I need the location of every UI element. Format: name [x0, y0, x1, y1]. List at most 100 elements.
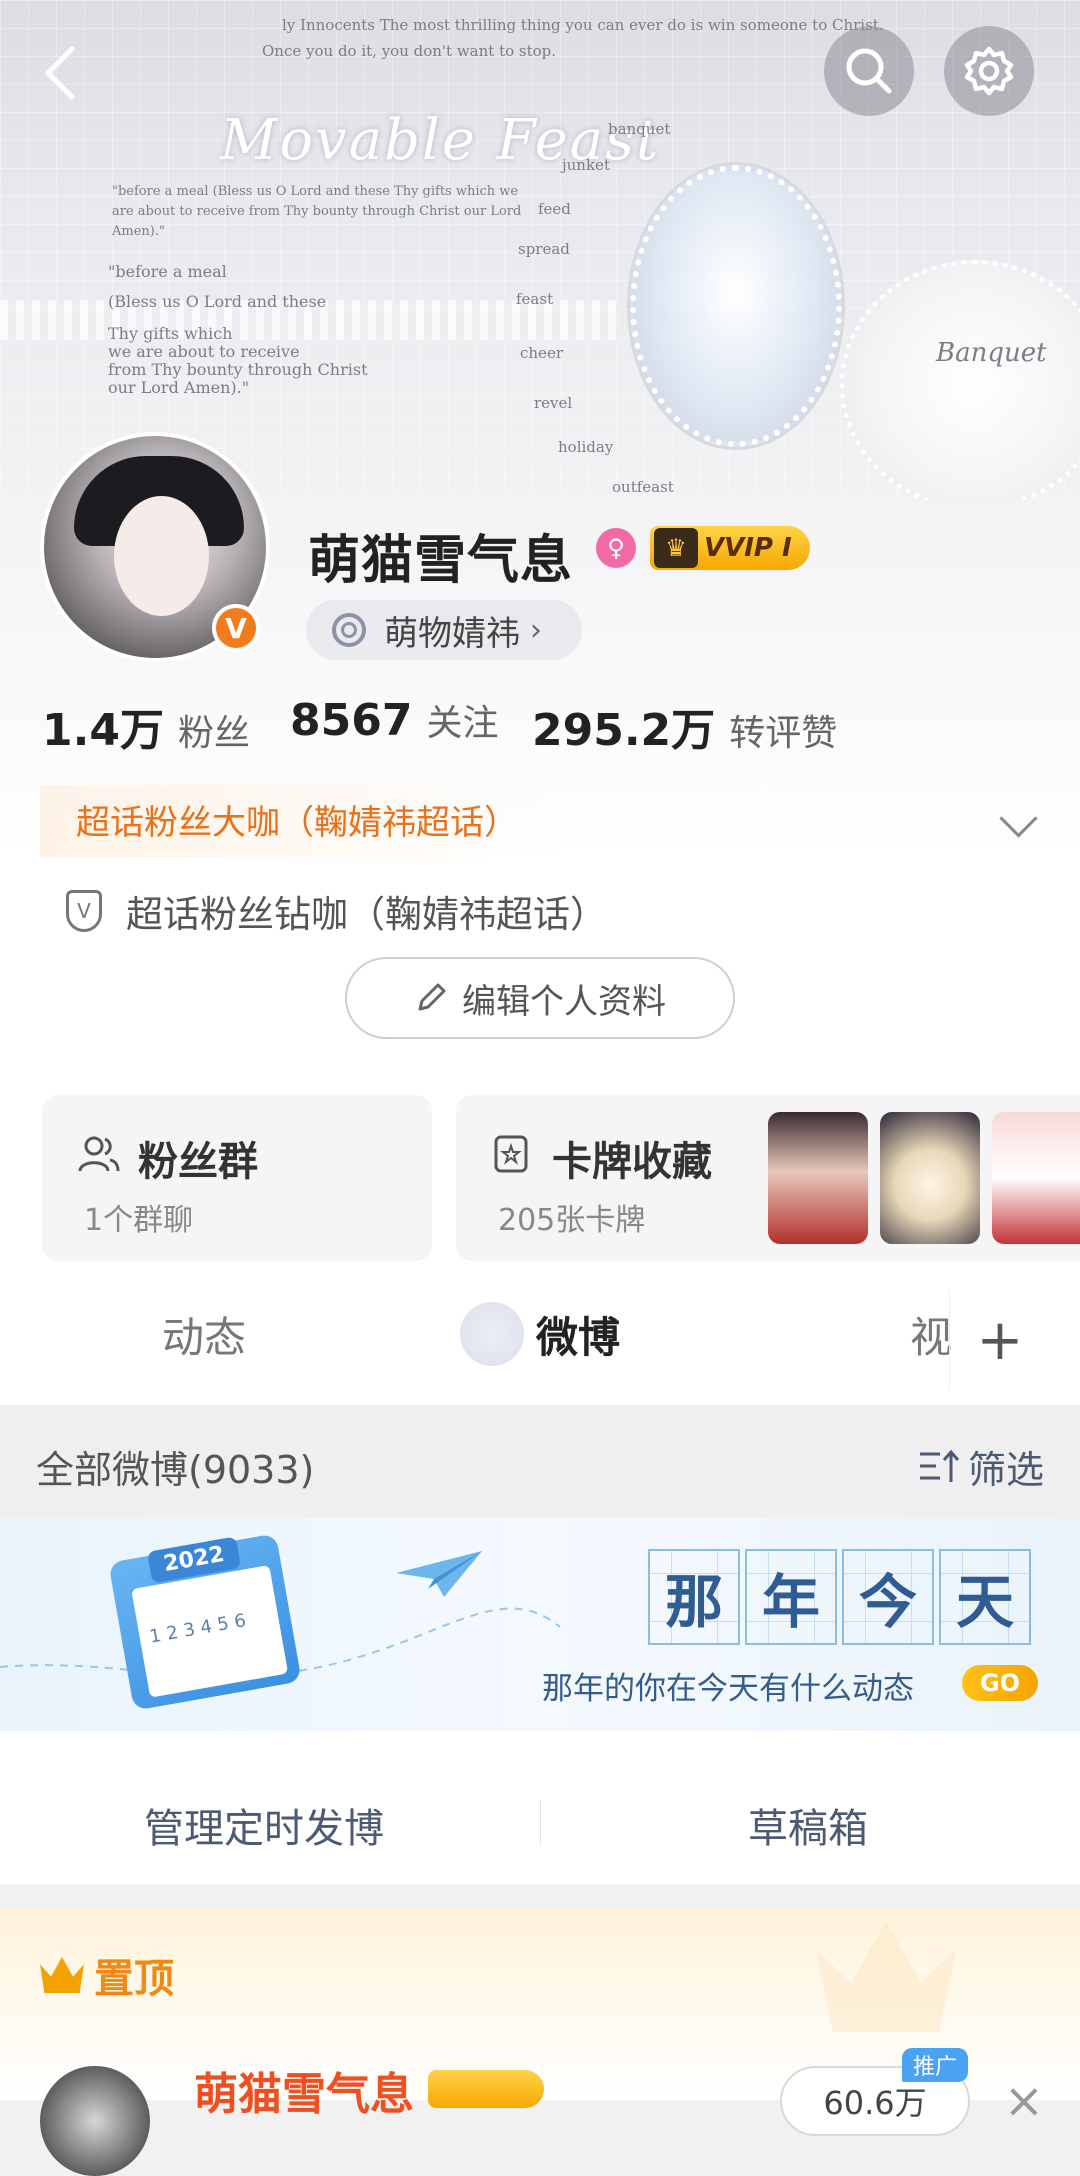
post-actions-bar: 管理定时发博 草稿箱 [0, 1760, 1080, 1884]
banner-quote-top2: Once you do it, you don't want to stop. [262, 42, 557, 60]
stat-label: 关注 [426, 703, 499, 744]
banner-word: holiday [558, 438, 614, 456]
chevron-down-icon[interactable] [999, 799, 1038, 838]
banner-prayer-line: (Bless us O Lord and these [108, 292, 327, 311]
add-tab-button[interactable]: + [949, 1290, 1050, 1390]
gear-icon [964, 46, 1014, 96]
calendar-page: 1 2 3 4 5 6 [131, 1565, 289, 1698]
banner-word: cheer [520, 344, 563, 362]
weibo-count-label: 全部微博(9033) [36, 1448, 315, 1492]
lollipop-icon [332, 613, 366, 647]
search-button[interactable] [824, 26, 914, 116]
tag-label: 萌物婧祎 [384, 613, 520, 654]
edit-profile-button[interactable]: 编辑个人资料 [345, 957, 735, 1039]
stat-likes[interactable]: 295.2万 转评赞 [532, 694, 837, 758]
memory-char: 天 [939, 1549, 1031, 1645]
card-collection-title: 卡牌收藏 [552, 1139, 712, 1185]
memory-char: 年 [745, 1549, 837, 1645]
memory-char: 今 [842, 1549, 934, 1645]
vip-label: VVIP I [704, 533, 792, 563]
chevron-right-icon: › [530, 612, 542, 648]
avatar-face [114, 496, 209, 616]
filter-bar: 全部微博(9033) 筛选 [0, 1405, 1080, 1517]
female-icon: ♀ [596, 528, 636, 568]
filter-button[interactable]: 筛选 [918, 1439, 1044, 1494]
back-arrow-icon [45, 46, 75, 100]
drafts-button[interactable]: 草稿箱 [748, 1796, 868, 1854]
pinned-label: 置顶 [94, 1956, 174, 2002]
banner-banquet-text: Banquet [936, 338, 1047, 368]
banner-prayer-line: Thy gifts which [108, 324, 233, 343]
search-icon [846, 48, 892, 94]
shield-icon: V [66, 890, 102, 932]
fan-group-title: 粉丝群 [138, 1139, 258, 1185]
banner-prayer-line: from Thy bounty through Christ [108, 360, 368, 379]
fan-title-primary: 超话粉丝大咖（鞠婧祎超话） [76, 803, 518, 843]
stat-label: 转评赞 [729, 713, 838, 754]
memory-char: 那 [648, 1549, 740, 1645]
fan-title-secondary: 超话粉丝钻咖（鞠婧祎超话） [126, 893, 607, 936]
crown-watermark [816, 1922, 956, 2032]
banner-prayer-small: "before a meal (Bless us O Lord and thes… [112, 184, 522, 239]
banner-word: feed [538, 200, 571, 218]
tag-pill[interactable]: 萌物婧祎 › [306, 600, 582, 660]
card-icon [494, 1135, 528, 1173]
filter-icon [919, 1449, 960, 1482]
scheduled-posts-button[interactable]: 管理定时发博 [144, 1796, 384, 1854]
fan-title-secondary-row[interactable]: V 超话粉丝钻咖（鞠婧祎超话） [66, 884, 607, 938]
vip-badge-small [428, 2070, 544, 2108]
edit-profile-label: 编辑个人资料 [462, 981, 666, 1022]
stat-label: 粉丝 [177, 713, 250, 754]
group-icon [78, 1136, 120, 1172]
banner-word: banquet [608, 120, 671, 138]
crown-icon: ♛ [654, 528, 698, 568]
memory-subtitle: 那年的你在今天有什么动态 [542, 1671, 914, 1707]
promo-badge: 推广 [902, 2048, 968, 2082]
stat-number: 1.4万 [42, 705, 164, 756]
stat-number: 8567 [290, 695, 413, 746]
pinned-post[interactable]: 置顶 萌猫雪气息 60.6万 推广 × [0, 1908, 1080, 2176]
vip-badge[interactable]: ♛ VVIP I [650, 526, 810, 570]
calendar-days: 1 2 3 4 5 6 [147, 1610, 248, 1648]
paper-plane-icon [396, 1551, 482, 1597]
close-icon[interactable]: × [1004, 2073, 1044, 2129]
tab-active-decoration [460, 1302, 524, 1366]
banner-word: spread [518, 240, 570, 258]
pinned-label-row: 置顶 [40, 1946, 174, 2004]
stat-followers[interactable]: 1.4万 粉丝 [42, 694, 250, 758]
banner-word: revel [534, 394, 573, 412]
crown-icon [40, 1957, 84, 1993]
fan-group-sub: 1个群聊 [84, 1203, 194, 1238]
banner-word: feast [516, 290, 554, 308]
card-collection-sub: 205张卡牌 [498, 1203, 646, 1238]
fan-title-row[interactable]: 超话粉丝大咖（鞠婧祎超话） [0, 785, 1080, 857]
tab-dynamic[interactable]: 动态 [162, 1304, 246, 1365]
pencil-icon [418, 983, 446, 1011]
banner-quote-top: ly Innocents The most thrilling thing yo… [282, 16, 884, 34]
profile-name: 萌猫雪气息 [308, 531, 574, 591]
stat-following[interactable]: 8567 关注 [290, 694, 498, 746]
profile-banner: ly Innocents The most thrilling thing yo… [0, 0, 1080, 500]
card-thumbnail[interactable] [992, 1112, 1080, 1244]
stat-number: 295.2万 [532, 705, 716, 756]
divider [540, 1800, 541, 1844]
memory-banner[interactable]: 1 2 3 4 5 6 2022 那 年 今 天 那年的你在今天有什么动态 GO [0, 1517, 1080, 1731]
banner-prayer-line: our Lord Amen)." [108, 378, 250, 397]
settings-button[interactable] [944, 26, 1034, 116]
filter-label: 筛选 [967, 1448, 1044, 1492]
banner-word: outfeast [612, 478, 674, 496]
fan-group-card[interactable]: 粉丝群 1个群聊 [42, 1095, 432, 1261]
banner-prayer-line: "before a meal [108, 262, 227, 281]
tab-weibo[interactable]: 微博 [536, 1304, 620, 1365]
verified-badge: V [212, 604, 260, 652]
banner-word: junket [562, 156, 610, 174]
tab-video[interactable]: 视 [910, 1304, 952, 1365]
banner-prayer-line: we are about to receive [108, 342, 300, 361]
go-button[interactable]: GO [962, 1665, 1038, 1701]
banner-mirror-decoration [630, 165, 842, 447]
card-thumbnail[interactable] [768, 1112, 868, 1244]
back-button[interactable] [30, 28, 90, 118]
post-author-name[interactable]: 萌猫雪气息 [194, 2058, 414, 2122]
card-thumbnail[interactable] [880, 1112, 980, 1244]
post-author-avatar[interactable] [40, 2066, 150, 2176]
